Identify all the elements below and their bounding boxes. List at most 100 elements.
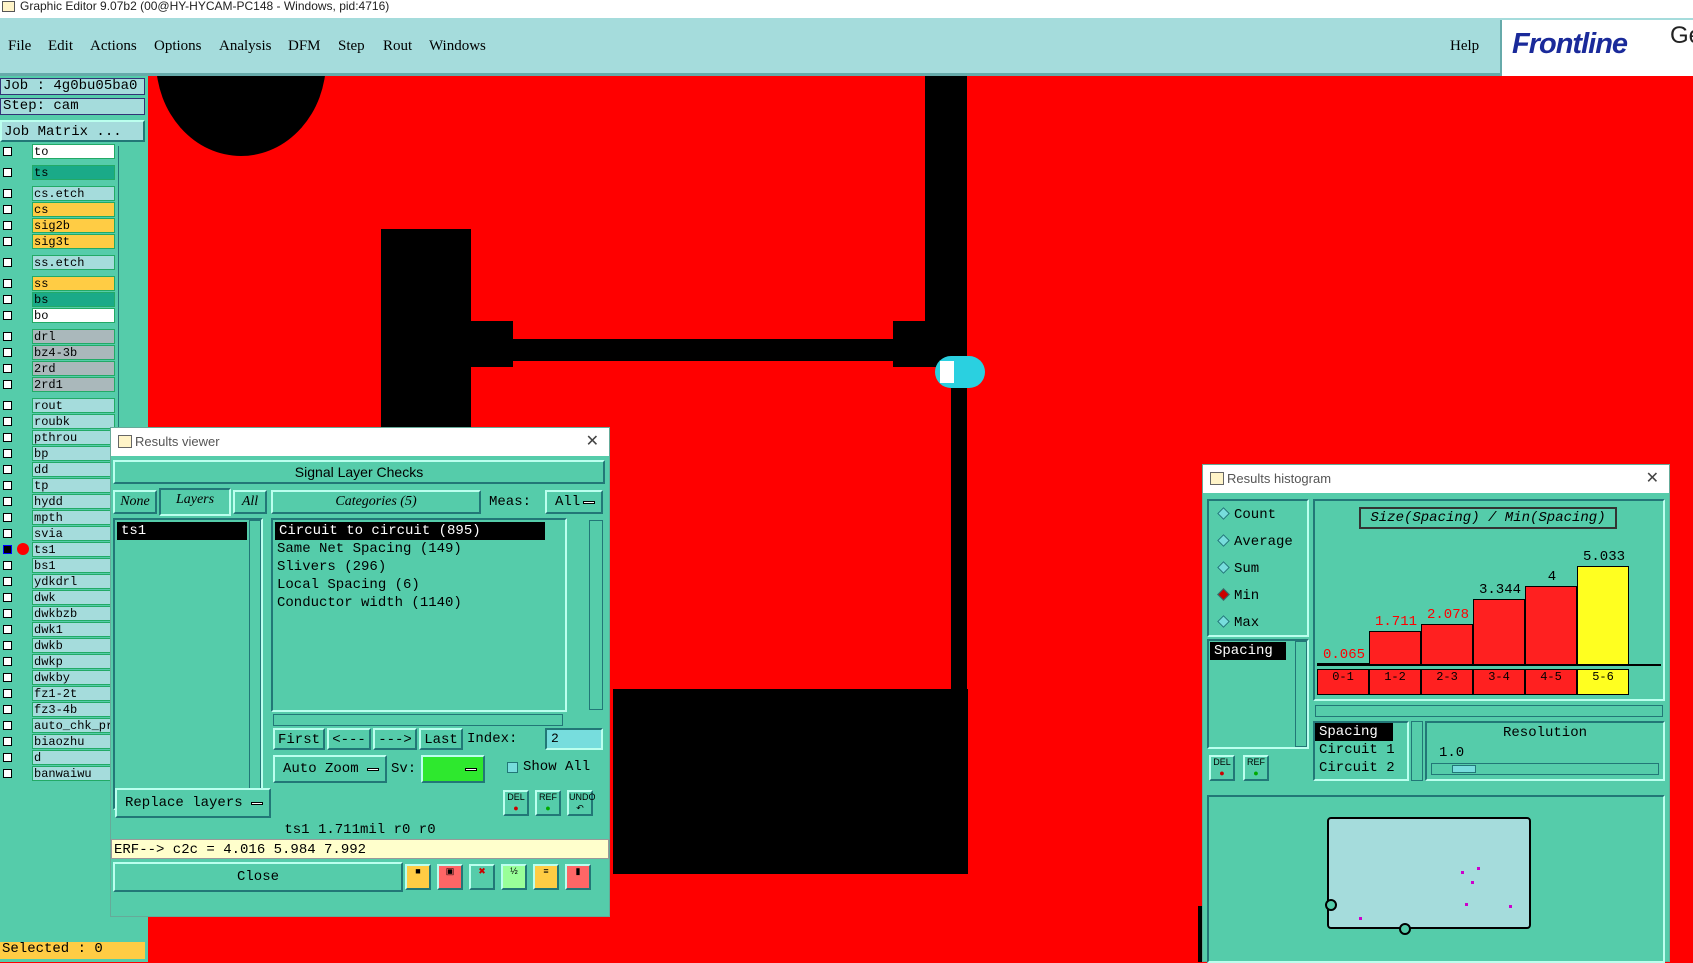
layer-checkbox[interactable] <box>3 348 12 357</box>
layer-row-auto_chk_pr[interactable]: auto_chk_pr <box>0 718 115 733</box>
layer-row-to[interactable]: to <box>0 144 115 159</box>
list-item[interactable]: Spacing <box>1315 723 1393 741</box>
layer-checkbox[interactable] <box>3 481 12 490</box>
layer-row-cs[interactable]: cs <box>0 202 115 217</box>
layer-row-biaozhu[interactable]: biaozhu <box>0 734 115 749</box>
layer-row-2rd1[interactable]: 2rd1 <box>0 377 115 392</box>
del-button[interactable]: DEL ● <box>1209 755 1235 781</box>
bin-label[interactable]: 4-5 <box>1525 669 1577 695</box>
bin-label[interactable]: 5-6 <box>1577 669 1629 695</box>
layer-row-hydd[interactable]: hydd <box>0 494 115 509</box>
board-preview[interactable] <box>1207 795 1665 963</box>
histogram-bar[interactable] <box>1525 586 1577 665</box>
layer-checkbox[interactable] <box>3 641 12 650</box>
categories-hscrollbar[interactable] <box>273 714 563 726</box>
layer-row-rout[interactable]: rout <box>0 398 115 413</box>
layer-checkbox[interactable] <box>3 258 12 267</box>
layer-checkbox[interactable] <box>3 433 12 442</box>
layer-row-tp[interactable]: tp <box>0 478 115 493</box>
layer-checkbox[interactable] <box>3 147 12 156</box>
index-input[interactable]: 2 <box>545 728 603 750</box>
layer-row-dwkp[interactable]: dwkp <box>0 654 115 669</box>
layer-checkbox[interactable] <box>3 380 12 389</box>
layer-row-bo[interactable]: bo <box>0 308 115 323</box>
tool-icon-3[interactable]: ✖ <box>469 864 495 890</box>
list-item[interactable]: Slivers (296) <box>273 558 565 576</box>
auto-zoom-dropdown[interactable]: Auto Zoom <box>273 755 387 783</box>
layer-checkbox[interactable] <box>3 168 12 177</box>
menu-step[interactable]: Step <box>338 38 365 55</box>
layer-checkbox[interactable] <box>3 545 12 554</box>
layer-row-ss[interactable]: ss <box>0 276 115 291</box>
layer-row-ss.etch[interactable]: ss.etch <box>0 255 115 270</box>
layer-row-sig3t[interactable]: sig3t <box>0 234 115 249</box>
layer-checkbox[interactable] <box>3 753 12 762</box>
layer-row-mpth[interactable]: mpth <box>0 510 115 525</box>
layer-row-dwkbzb[interactable]: dwkbzb <box>0 606 115 621</box>
layer-row-svia[interactable]: svia <box>0 526 115 541</box>
layer-row-drl[interactable]: drl <box>0 329 115 344</box>
layer-row-bs1[interactable]: bs1 <box>0 558 115 573</box>
layer-row-ts1[interactable]: ts1 <box>0 542 115 557</box>
layer-checkbox[interactable] <box>3 332 12 341</box>
list-item[interactable]: Same Net Spacing (149) <box>273 540 565 558</box>
list-item[interactable]: Circuit 2 <box>1315 759 1407 777</box>
categories-scrollbar[interactable] <box>589 520 603 710</box>
metric-list-scrollbar[interactable] <box>1295 641 1307 747</box>
replace-layers-dropdown[interactable]: Replace layers <box>115 788 271 818</box>
layer-row-pthrou[interactable]: pthrou <box>0 430 115 445</box>
layer-checkbox[interactable] <box>3 625 12 634</box>
layer-checkbox[interactable] <box>3 577 12 586</box>
prev-button[interactable]: <--- <box>327 728 371 750</box>
layer-checkbox[interactable] <box>3 657 12 666</box>
layer-row-dd[interactable]: dd <box>0 462 115 477</box>
menu-analysis[interactable]: Analysis <box>219 38 272 55</box>
histogram-bar[interactable] <box>1369 631 1421 665</box>
close-icon[interactable]: ✕ <box>1646 465 1659 493</box>
layer-checkbox[interactable] <box>3 364 12 373</box>
none-button[interactable]: None <box>113 490 157 514</box>
layer-row-d[interactable]: d <box>0 750 115 765</box>
layer-results-list[interactable]: ts1 <box>113 518 263 810</box>
list-item[interactable]: Circuit 1 <box>1315 741 1407 759</box>
first-button[interactable]: First <box>273 728 325 750</box>
layer-checkbox[interactable] <box>3 189 12 198</box>
menu-windows[interactable]: Windows <box>429 38 486 55</box>
layer-row-bp[interactable]: bp <box>0 446 115 461</box>
layer-checkbox[interactable] <box>3 237 12 246</box>
layer-row-ydkdrl[interactable]: ydkdrl <box>0 574 115 589</box>
layer-row-bs[interactable]: bs <box>0 292 115 307</box>
option-max[interactable]: Max <box>1217 615 1259 631</box>
layer-checkbox[interactable] <box>3 279 12 288</box>
menu-dfm[interactable]: DFM <box>288 38 321 55</box>
layer-row-fz3-4b[interactable]: fz3-4b <box>0 702 115 717</box>
menu-file[interactable]: File <box>8 38 31 55</box>
list-item[interactable]: Conductor width (1140) <box>273 594 565 612</box>
categories-list[interactable]: Circuit to circuit (895) Same Net Spacin… <box>271 518 567 712</box>
layer-row-bz4-3b[interactable]: bz4-3b <box>0 345 115 360</box>
menu-actions[interactable]: Actions <box>90 38 137 55</box>
layer-checkbox[interactable] <box>3 449 12 458</box>
last-button[interactable]: Last <box>419 728 463 750</box>
option-sum[interactable]: Sum <box>1217 561 1259 577</box>
layer-row-dwkby[interactable]: dwkby <box>0 670 115 685</box>
bin-label[interactable]: 3-4 <box>1473 669 1525 695</box>
option-average[interactable]: Average <box>1217 534 1293 550</box>
list-item[interactable]: ts1 <box>117 522 247 540</box>
tool-icon-2[interactable]: ▣ <box>437 864 463 890</box>
layer-checkbox[interactable] <box>3 311 12 320</box>
layer-row-sig2b[interactable]: sig2b <box>0 218 115 233</box>
list-item[interactable]: Spacing <box>1210 642 1286 660</box>
metric-list[interactable]: Spacing <box>1207 639 1309 749</box>
close-icon[interactable]: ✕ <box>586 428 599 456</box>
layer-row-cs.etch[interactable]: cs.etch <box>0 186 115 201</box>
list-item[interactable]: Circuit to circuit (895) <box>275 522 545 540</box>
layer-checkbox[interactable] <box>3 513 12 522</box>
undo-button[interactable]: UNDO ↶ <box>567 790 596 816</box>
layer-row-ts[interactable]: ts <box>0 165 115 180</box>
option-count[interactable]: Count <box>1217 507 1276 523</box>
series-list-scrollbar[interactable] <box>1411 721 1423 781</box>
histogram-icon[interactable]: ▮ <box>565 864 591 890</box>
layer-checkbox[interactable] <box>3 417 12 426</box>
layer-row-roubk[interactable]: roubk <box>0 414 115 429</box>
